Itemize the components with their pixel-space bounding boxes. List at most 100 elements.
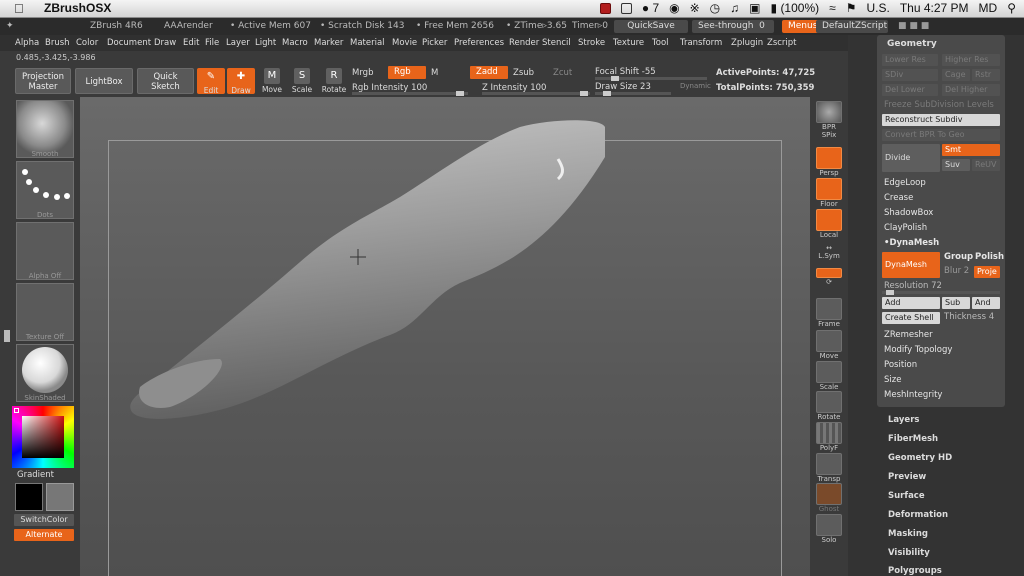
cage-button[interactable]: Cage <box>942 69 970 81</box>
geometry-hd-subpalette[interactable]: Geometry HD <box>888 453 952 463</box>
fibermesh-subpalette[interactable]: FiberMesh <box>888 434 938 444</box>
menu-material[interactable]: Material <box>350 38 385 48</box>
brush-thumbnail[interactable]: Smooth <box>16 100 74 158</box>
blur-slider[interactable]: Blur 2 <box>944 266 969 276</box>
ghost-button[interactable]: Ghost <box>815 483 843 513</box>
display-icon[interactable]: ▣ <box>749 1 760 15</box>
menu-marker[interactable]: Marker <box>314 38 343 48</box>
surface-subpalette[interactable]: Surface <box>888 491 925 501</box>
user-menu[interactable]: MD <box>979 1 998 15</box>
menu-light[interactable]: Light <box>255 38 276 48</box>
suv-toggle[interactable]: Suv <box>942 159 970 171</box>
and-button[interactable]: And <box>972 297 1000 309</box>
claypolish-section[interactable]: ClayPolish <box>884 223 927 233</box>
menu-zplugin[interactable]: Zplugin <box>731 38 763 48</box>
rotate-mode-button[interactable]: R Rotate <box>320 68 348 94</box>
mrgb-toggle[interactable]: Mrgb <box>352 68 373 78</box>
move-mode-button[interactable]: M Move <box>258 68 286 94</box>
draw-size-track[interactable] <box>595 91 671 96</box>
lower-res-button[interactable]: Lower Res <box>882 54 938 66</box>
battery-indicator[interactable]: ▮ (100%) <box>771 1 820 15</box>
menu-edit[interactable]: Edit <box>183 38 199 48</box>
app-status-icon[interactable] <box>599 2 611 14</box>
spotlight-search-icon[interactable]: ⚲ <box>1007 1 1016 15</box>
quick-sketch-button[interactable]: Quick Sketch <box>137 68 194 94</box>
clock[interactable]: Thu 4:27 PM <box>900 1 969 15</box>
menu-color[interactable]: Color <box>76 38 98 48</box>
masking-subpalette[interactable]: Masking <box>888 529 928 539</box>
scale-view-button[interactable]: Scale <box>815 361 843 391</box>
z-intensity-thumb[interactable] <box>580 91 588 96</box>
edgeloop-section[interactable]: EdgeLoop <box>884 178 926 188</box>
resolution-track[interactable] <box>882 290 1000 295</box>
move-view-button[interactable]: Move <box>815 330 843 360</box>
scale-mode-button[interactable]: S Scale <box>288 68 316 94</box>
menu-render[interactable]: Render <box>509 38 539 48</box>
rgb-intensity-track[interactable] <box>352 91 468 96</box>
floor-button[interactable]: Floor <box>815 178 843 208</box>
flag-icon[interactable]: ⚑ <box>846 1 857 15</box>
del-higher-button[interactable]: Del Higher <box>942 84 1000 96</box>
layers-subpalette[interactable]: Layers <box>888 415 919 425</box>
menu-picker[interactable]: Picker <box>422 38 447 48</box>
reuv-button[interactable]: ReUV <box>972 159 1000 171</box>
lightbox-button[interactable]: LightBox <box>75 68 133 94</box>
convert-bpr-button[interactable]: Convert BPR To Geo <box>882 129 1000 141</box>
menu-stencil[interactable]: Stencil <box>542 38 571 48</box>
finger-model[interactable] <box>80 97 810 576</box>
m-toggle[interactable]: M <box>431 68 438 78</box>
frame-button[interactable]: Frame <box>815 298 843 328</box>
rgb-intensity-thumb[interactable] <box>456 91 464 96</box>
color-picker[interactable] <box>12 406 74 468</box>
mesh-integrity-section[interactable]: MeshIntegrity <box>884 390 942 400</box>
sub-button[interactable]: Sub <box>942 297 970 309</box>
local-button[interactable]: Local <box>815 209 843 239</box>
edit-mode-button[interactable]: ✎ Edit <box>197 68 225 95</box>
geometry-title[interactable]: Geometry <box>887 39 937 49</box>
default-zscript-button[interactable]: DefaultZScript <box>816 20 888 33</box>
see-through-slider[interactable]: See-through 0 <box>692 20 774 33</box>
wifi-icon[interactable]: ≈ <box>829 1 836 15</box>
bpr-render-button[interactable]: BPR <box>815 101 843 131</box>
freeze-subdivision-button[interactable]: Freeze SubDivision Levels <box>884 100 994 110</box>
thickness-slider[interactable]: Thickness 4 <box>944 312 994 322</box>
menu-zscript[interactable]: Zscript <box>767 38 797 48</box>
input-source[interactable]: U.S. <box>866 1 889 15</box>
transp-button[interactable]: Transp <box>815 453 843 483</box>
lsym-button[interactable]: ↔ L.Sym <box>815 244 843 260</box>
quicksave-button[interactable]: QuickSave <box>614 20 688 33</box>
app-name-menu[interactable]: ZBrushOSX <box>44 1 111 15</box>
create-shell-button[interactable]: Create Shell <box>882 312 940 324</box>
secondary-color-swatch[interactable] <box>46 483 74 511</box>
notification-badge[interactable]: ● 7 <box>642 1 659 15</box>
z-intensity-track[interactable] <box>482 91 590 96</box>
add-button[interactable]: Add <box>882 297 940 309</box>
shadowbox-section[interactable]: ShadowBox <box>884 208 933 218</box>
solo-button[interactable]: Solo <box>815 514 843 544</box>
alpha-thumbnail[interactable]: Alpha Off <box>16 222 74 280</box>
menu-document[interactable]: Document <box>107 38 151 48</box>
resolution-thumb[interactable] <box>886 290 894 295</box>
preview-subpalette[interactable]: Preview <box>888 472 926 482</box>
focal-shift-track[interactable] <box>595 76 707 81</box>
stroke-thumbnail[interactable]: Dots <box>16 161 74 219</box>
position-section[interactable]: Position <box>884 360 917 370</box>
color-cursor-icon[interactable] <box>14 408 19 413</box>
menu-movie[interactable]: Movie <box>392 38 417 48</box>
rstr-button[interactable]: Rstr <box>972 69 1000 81</box>
menu-transform[interactable]: Transform <box>680 38 722 48</box>
zsub-toggle[interactable]: Zsub <box>513 68 534 78</box>
sdiv-slider[interactable]: SDiv <box>882 69 938 81</box>
del-lower-button[interactable]: Del Lower <box>882 84 938 96</box>
apple-icon[interactable]:  <box>14 1 24 16</box>
alternate-button[interactable]: Alternate <box>14 529 74 541</box>
reconstruct-subdiv-button[interactable]: Reconstruct Subdiv <box>882 114 1000 126</box>
dropbox-icon[interactable]: ◉ <box>669 1 679 15</box>
menu-tool[interactable]: Tool <box>652 38 669 48</box>
dynamic-toggle[interactable]: Dynamic <box>680 82 711 90</box>
menu-preferences[interactable]: Preferences <box>454 38 504 48</box>
bluetooth-icon[interactable]: ※ <box>690 1 700 15</box>
crease-section[interactable]: Crease <box>884 193 913 203</box>
window-icon[interactable] <box>620 2 632 14</box>
size-section[interactable]: Size <box>884 375 901 385</box>
